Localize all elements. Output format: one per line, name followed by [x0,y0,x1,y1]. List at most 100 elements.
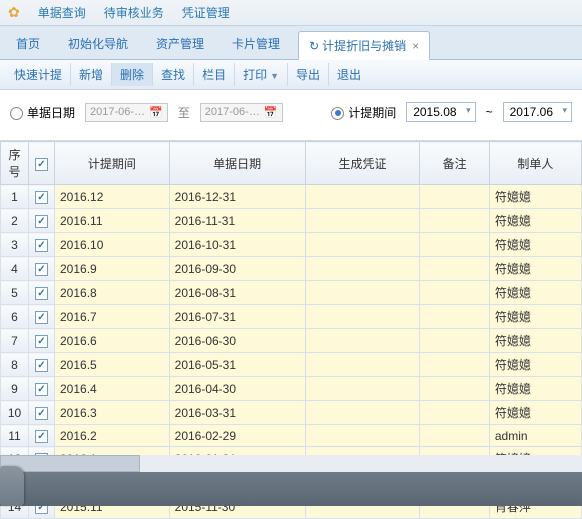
period-radio[interactable]: 计提期间 [331,104,396,121]
add-button[interactable]: 新增 [71,63,112,86]
cell-voucher [305,233,420,257]
cell-doc-date: 2016-12-31 [169,185,305,209]
cell-maker: 符嬑嬑 [489,257,581,281]
cell-check[interactable] [29,401,55,425]
cell-seq: 2 [1,209,29,233]
cell-check[interactable] [29,305,55,329]
cell-doc-date: 2016-02-29 [169,425,305,447]
table-row[interactable]: 42016.92016-09-30符嬑嬑 [1,257,582,281]
refresh-icon: ↻ [309,39,319,53]
col-doc-date[interactable]: 单据日期 [169,142,305,185]
cell-check[interactable] [29,377,55,401]
cell-seq: 6 [1,305,29,329]
cell-check[interactable] [29,209,55,233]
cell-remark [420,257,490,281]
table-row[interactable]: 92016.42016-04-30符嬑嬑 [1,377,582,401]
toolbar: 快速计提 新增 删除 查找 栏目 打印▼ 导出 退出 [0,60,582,90]
delete-button[interactable]: 删除 [112,63,153,86]
tab-asset[interactable]: 资产管理 [146,30,214,59]
doc-date-from: 2017-06-…📅 [85,103,168,122]
col-maker[interactable]: 制单人 [489,142,581,185]
export-button[interactable]: 导出 [288,63,329,86]
tab-init[interactable]: 初始化导航 [58,30,138,59]
table-row[interactable]: 102016.32016-03-31符嬑嬑 [1,401,582,425]
checkbox-icon[interactable] [35,335,48,348]
cell-maker: 符嬑嬑 [489,209,581,233]
table-row[interactable]: 22016.112016-11-31符嬑嬑 [1,209,582,233]
checkbox-icon[interactable] [35,359,48,372]
exit-button[interactable]: 退出 [329,63,369,86]
cell-period: 2016.7 [55,305,170,329]
link-pending-audit[interactable]: 待审核业务 [104,4,164,21]
cell-maker: 符嬑嬑 [489,233,581,257]
table-row[interactable]: 62016.72016-07-31符嬑嬑 [1,305,582,329]
cell-check[interactable] [29,281,55,305]
cell-seq: 7 [1,329,29,353]
tab-depreciation[interactable]: ↻计提折旧与摊销 × [298,31,430,60]
checkbox-icon[interactable] [35,239,48,252]
horizontal-scrollbar[interactable] [0,455,582,472]
table-row[interactable]: 52016.82016-08-31符嬑嬑 [1,281,582,305]
print-button[interactable]: 打印▼ [235,63,288,86]
checkbox-icon[interactable] [35,311,48,324]
close-icon[interactable]: × [412,39,419,53]
cell-seq: 4 [1,257,29,281]
cell-seq: 5 [1,281,29,305]
checkbox-icon[interactable] [35,215,48,228]
cell-voucher [305,281,420,305]
table-row[interactable]: 112016.22016-02-29admin [1,425,582,447]
cell-check[interactable] [29,425,55,447]
cell-check[interactable] [29,353,55,377]
cell-maker: 符嬑嬑 [489,401,581,425]
table-row[interactable]: 32016.102016-10-31符嬑嬑 [1,233,582,257]
cell-voucher [305,305,420,329]
link-doc-query[interactable]: 单据查询 [38,4,86,21]
cell-check[interactable] [29,257,55,281]
col-seq[interactable]: 序号 [1,142,29,185]
cell-check[interactable] [29,233,55,257]
top-link-bar: ✿ 单据查询 待审核业务 凭证管理 [0,0,582,26]
checkbox-icon[interactable] [35,191,48,204]
period-to-select[interactable]: 2017.06 [503,102,572,122]
calendar-icon: 📅 [264,106,278,119]
cell-doc-date: 2016-04-30 [169,377,305,401]
checkbox-icon[interactable] [35,430,48,443]
col-voucher[interactable]: 生成凭证 [305,142,420,185]
tab-home[interactable]: 首页 [6,30,50,59]
find-button[interactable]: 查找 [153,63,194,86]
col-period[interactable]: 计提期间 [55,142,170,185]
checkbox-icon[interactable] [35,407,48,420]
cell-voucher [305,257,420,281]
tab-card[interactable]: 卡片管理 [222,30,290,59]
tab-bar: 首页 初始化导航 资产管理 卡片管理 ↻计提折旧与摊销 × [0,26,582,60]
cell-voucher [305,425,420,447]
period-from-select[interactable]: 2015.08 [406,102,475,122]
cell-period: 2016.10 [55,233,170,257]
checkbox-icon[interactable] [35,287,48,300]
cell-period: 2016.5 [55,353,170,377]
cell-period: 2016.6 [55,329,170,353]
table-row[interactable]: 72016.62016-06-30符嬑嬑 [1,329,582,353]
checkbox-icon[interactable] [35,383,48,396]
table-row[interactable]: 12016.122016-12-31符嬑嬑 [1,185,582,209]
quick-accrual-button[interactable]: 快速计提 [6,63,71,86]
col-remark[interactable]: 备注 [420,142,490,185]
footer-notch [0,466,24,506]
cell-seq: 3 [1,233,29,257]
cell-check[interactable] [29,185,55,209]
col-checkall[interactable] [29,142,55,185]
checkbox-icon[interactable] [35,263,48,276]
cell-doc-date: 2016-06-30 [169,329,305,353]
table-row[interactable]: 82016.52016-05-31符嬑嬑 [1,353,582,377]
link-voucher-manage[interactable]: 凭证管理 [182,4,230,21]
cell-remark [420,233,490,257]
checkbox-icon[interactable] [35,158,48,171]
cell-seq: 1 [1,185,29,209]
cell-remark [420,185,490,209]
doc-date-radio[interactable]: 单据日期 [10,104,75,121]
cell-remark [420,329,490,353]
cell-check[interactable] [29,329,55,353]
gear-icon: ✿ [8,4,20,21]
columns-button[interactable]: 栏目 [194,63,235,86]
tab-label: 计提折旧与摊销 [322,39,406,53]
